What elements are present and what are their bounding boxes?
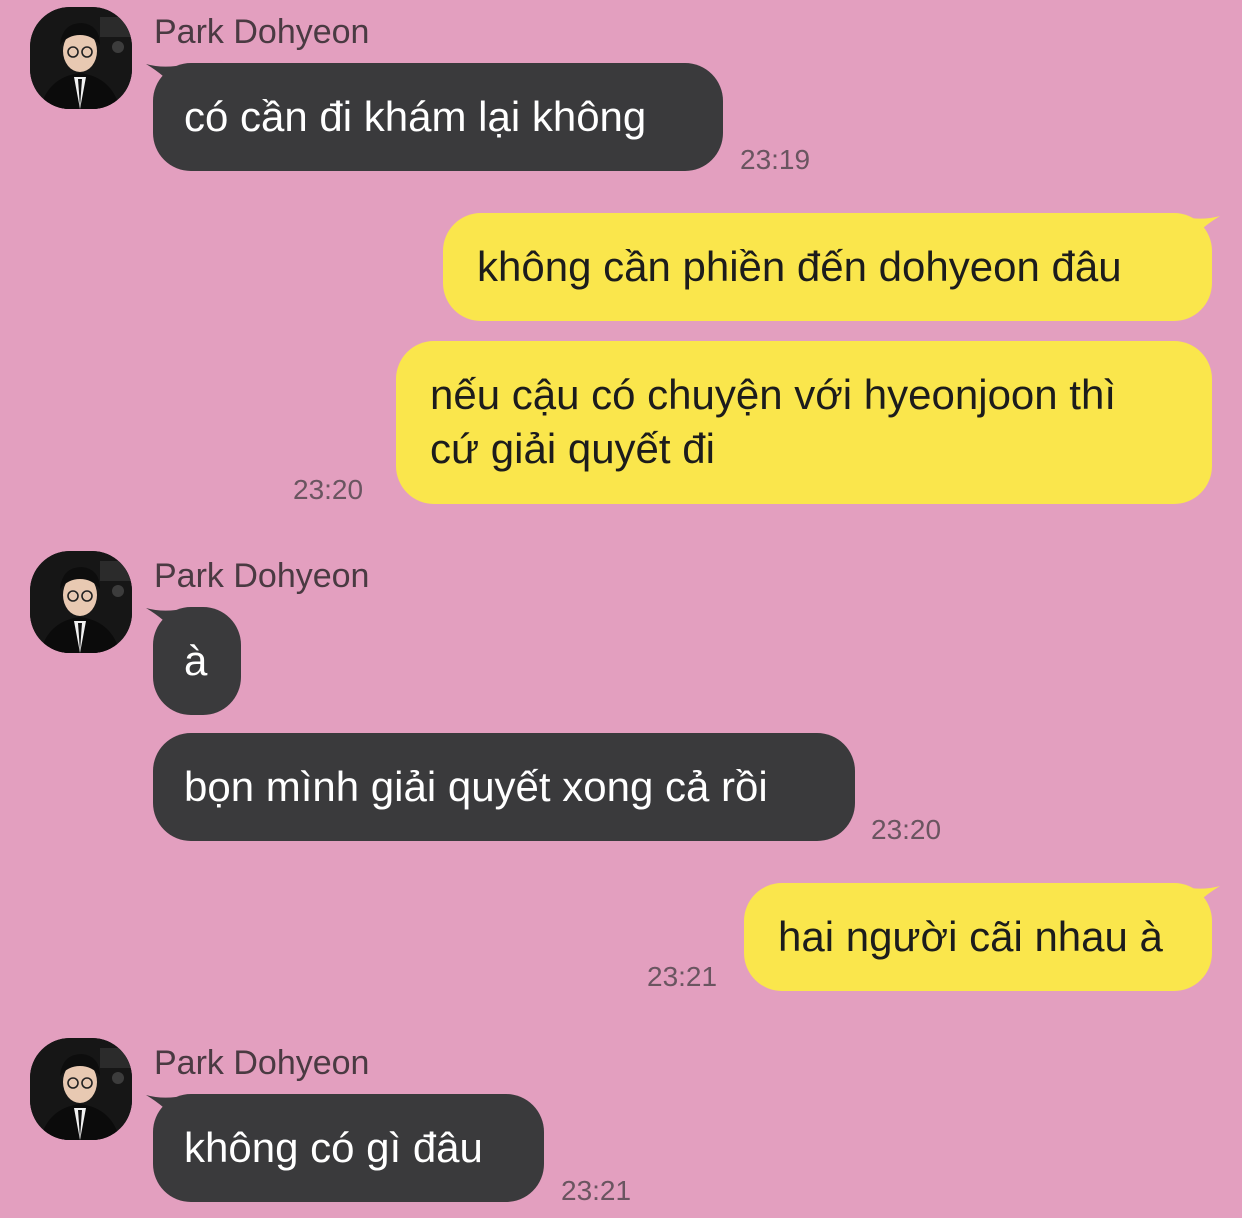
incoming-message-bubble[interactable]: bọn mình giải quyết xong cả rồi	[153, 733, 855, 841]
sender-name: Park Dohyeon	[154, 1044, 370, 1082]
sender-name: Park Dohyeon	[154, 13, 370, 51]
sender-avatar[interactable]	[30, 7, 132, 109]
sender-name: Park Dohyeon	[154, 557, 370, 595]
incoming-message-bubble[interactable]: à	[153, 607, 241, 715]
profile-photo-avatar-icon	[30, 1038, 132, 1140]
profile-photo-avatar-icon	[30, 551, 132, 653]
message-timestamp: 23:19	[740, 144, 811, 175]
profile-photo-avatar-icon	[30, 7, 132, 109]
message-timestamp: 23:21	[561, 1175, 632, 1206]
outgoing-message-bubble[interactable]: nếu cậu có chuyện với hyeonjoon thì cứ g…	[396, 341, 1212, 504]
outgoing-message-bubble[interactable]: không cần phiền đến dohyeon đâu	[443, 213, 1212, 321]
bubble-tail-icon	[1190, 886, 1220, 912]
message-timestamp: 23:20	[871, 814, 942, 845]
bubble-tail-icon	[1190, 216, 1220, 242]
chat-transcript: Park Dohyeon có cần đi khám lại không 23…	[0, 0, 1242, 1218]
sender-avatar[interactable]	[30, 1038, 132, 1140]
message-timestamp: 23:20	[293, 474, 364, 505]
sender-avatar[interactable]	[30, 551, 132, 653]
incoming-message-bubble[interactable]: không có gì đâu	[153, 1094, 544, 1202]
outgoing-message-bubble[interactable]: hai người cãi nhau à	[744, 883, 1212, 991]
message-timestamp: 23:21	[647, 961, 718, 992]
incoming-message-bubble[interactable]: có cần đi khám lại không	[153, 63, 723, 171]
